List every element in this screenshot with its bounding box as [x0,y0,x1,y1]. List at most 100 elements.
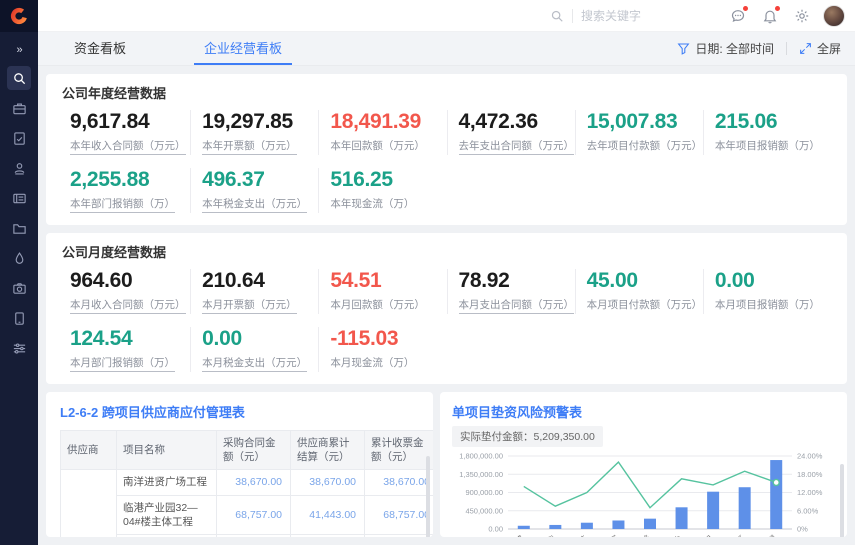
bar-actual-advance[interactable] [676,507,688,529]
bar-actual-advance[interactable] [581,523,593,529]
user-stamp-icon [12,161,27,176]
bar-actual-advance[interactable] [739,487,751,529]
amount-cell[interactable]: 13,290.29 [291,534,365,537]
sidebar-item-ledger[interactable] [7,186,31,210]
bar-actual-advance[interactable] [612,520,624,529]
fullscreen-button[interactable]: 全屏 [799,40,841,57]
kpi-label[interactable]: 本年收入合同额（万元） [70,138,186,155]
chart-vertical-scrollbar[interactable] [840,464,844,537]
amount-cell[interactable]: 38,670.00 [291,470,365,495]
right-axis-tick: 18.00% [797,470,823,479]
kpi-label[interactable]: 本月开票额（万元） [202,297,297,314]
kpi-value: 15,007.83 [587,110,703,134]
bar-actual-advance[interactable] [518,526,530,529]
amount-cell[interactable]: 68,757.00 [217,495,291,534]
kpi-item: 45.00本月项目付款额（万元） [575,269,703,314]
kpi-label[interactable]: 本年税金支出（万元） [202,196,307,213]
x-axis-label: 嘉诚万达项目 [679,533,714,537]
kpi-item: 2,255.88 本年部门报销额（万） [62,168,190,213]
fullscreen-label: 全屏 [817,40,841,57]
tab-funds-dashboard[interactable]: 资金看板 [64,32,136,65]
kpi-label[interactable]: 本月收入合同额（万元） [70,297,186,314]
line-marker [773,479,779,485]
sidebar-item-funds[interactable] [7,246,31,270]
kpi-value: 18,491.39 [330,110,446,134]
supplier-payable-panel: L2-6-2 跨项目供应商应付管理表 供应商项目名称采购合同金额（元）供应商累计… [46,392,433,537]
table-header: 供应商累计结算（元） [291,431,365,470]
kpi-item: 15,007.83去年项目付款额（万元） [575,110,703,155]
tab-enterprise-dashboard[interactable]: 企业经营看板 [194,32,292,65]
kpi-label[interactable]: 本月支出合同额（万元） [459,297,575,314]
sidebar-item-search[interactable] [7,66,31,90]
supplier-table-title: L2-6-2 跨项目供应商应付管理表 [60,402,433,421]
sidebar-item-devices[interactable] [7,306,31,330]
table-row: 向阳路交通枢纽商业办公项目13,290.2913,290.2913,290.29… [61,534,434,537]
kpi-value: 215.06 [715,110,831,134]
logo-icon [10,7,28,25]
sidebar-item-settings-sliders[interactable] [7,336,31,360]
kpi-label: 本年现金流（万） [330,196,414,211]
sidebar-expand-button[interactable]: » [16,44,21,56]
table-header: 采购合同金额（元） [217,431,291,470]
expand-icon [799,42,812,55]
kpi-label[interactable]: 本月部门报销额（万） [70,355,175,372]
app-window: » [0,0,855,545]
sidebar-item-snapshot[interactable] [7,276,31,300]
monthly-panel-title: 公司月度经营数据 [62,242,831,261]
left-axis-tick: 1,800,000.00 [459,452,503,461]
kpi-item: 0.00本月项目报销额（万） [703,269,831,314]
sidebar-item-documents[interactable] [7,126,31,150]
table-header: 项目名称 [117,431,217,470]
kpi-label[interactable]: 本月税金支出（万元） [202,355,307,372]
kpi-item: 0.00本月税金支出（万元） [190,327,318,372]
table-header: 供应商 [61,431,117,470]
monthly-kpi-grid: 964.60本月收入合同额（万元）210.64本月开票额（万元）54.51本月回… [62,269,831,372]
amount-cell[interactable]: 13,290.29 [217,534,291,537]
briefcase-icon [12,101,27,116]
kpi-item: 19,297.85 本年开票额（万元） [190,110,318,155]
amount-cell[interactable]: 38,670.00 [365,470,434,495]
right-axis-tick: 0% [797,525,808,534]
bar-actual-advance[interactable] [644,519,656,529]
notifications-button[interactable] [759,5,781,27]
settings-button[interactable] [791,5,813,27]
kpi-item: 124.54本月部门报销额（万） [62,327,190,372]
actual-advance-badge: 实际垫付金额：5,209,350.00 [452,426,603,447]
table-vertical-scrollbar[interactable] [426,456,430,537]
x-axis-label: 宏洲国际写字 [585,533,620,537]
sidebar-item-company[interactable] [7,96,31,120]
kpi-value: 19,297.85 [202,110,318,134]
card-icon [12,191,27,206]
search-input[interactable] [581,9,689,23]
x-axis-label: 天润苑住宅小区 [706,533,746,537]
kpi-label[interactable]: 本年部门报销额（万） [70,196,175,213]
left-axis-tick: 0.00 [488,525,503,534]
amount-cell[interactable]: 68,757.00 [365,495,434,534]
user-avatar[interactable] [823,5,845,27]
bar-actual-advance[interactable] [707,492,719,529]
bar-actual-advance[interactable] [549,525,561,529]
kpi-value: 2,255.88 [70,168,190,192]
kpi-label[interactable]: 去年支出合同额（万元） [459,138,575,155]
kpi-item: 54.51本月回款额（万元） [318,269,446,314]
kpi-value: -115.03 [330,327,446,351]
supplier-name-cell: 西安云峰建材有限公司 [61,470,117,537]
sidebar-item-approvals[interactable] [7,156,31,180]
amount-cell[interactable]: 13,290.29 [365,534,434,537]
kpi-value: 9,617.84 [70,110,190,134]
amount-cell[interactable]: 41,443.00 [291,495,365,534]
x-axis-label: 宽慧汇综合体 [553,533,588,537]
bar-actual-advance[interactable] [770,460,782,529]
table-row: 临港产业园32—04#楼主体工程68,757.0041,443.0068,757… [61,495,434,534]
sidebar-item-projects[interactable] [7,216,31,240]
kpi-value: 0.00 [715,269,831,293]
amount-cell[interactable]: 38,670.00 [217,470,291,495]
line-advance-ratio[interactable] [524,462,776,508]
kpi-value: 54.51 [330,269,446,293]
top-bar [38,0,855,32]
date-filter[interactable]: 日期: 全部时间 [677,40,774,57]
x-axis-label: 第二中学校内 [522,533,557,537]
messages-button[interactable] [727,5,749,27]
kpi-label[interactable]: 本年开票额（万元） [202,138,297,155]
file-check-icon [12,131,27,146]
